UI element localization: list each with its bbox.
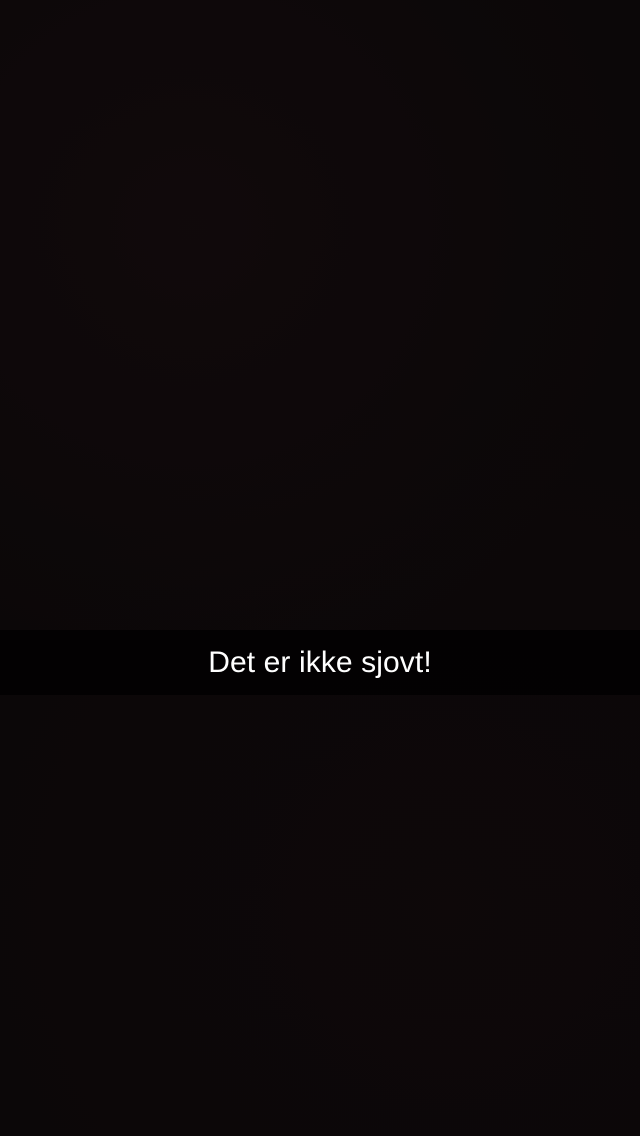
snap-photo-view[interactable]: Det er ikke sjovt! [0, 0, 640, 1136]
caption-bar: Det er ikke sjovt! [0, 630, 640, 695]
photo-noise-texture [0, 0, 640, 1136]
caption-text: Det er ikke sjovt! [208, 645, 432, 679]
